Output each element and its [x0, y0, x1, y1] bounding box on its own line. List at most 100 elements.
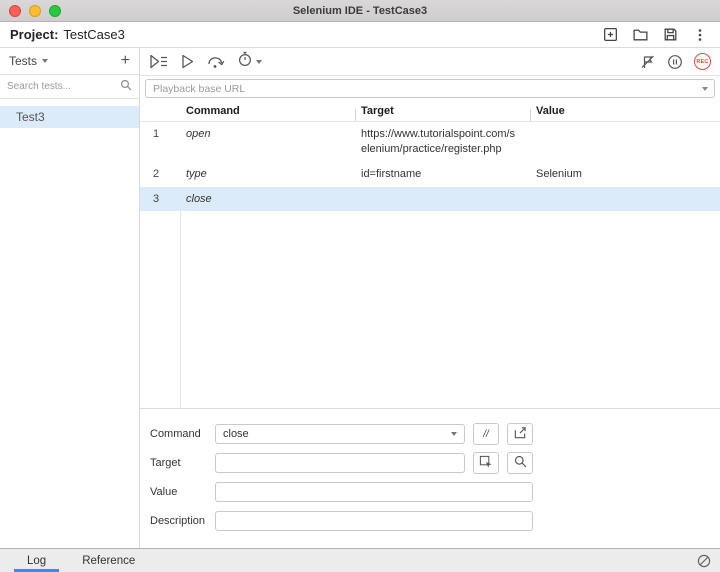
- tab-reference[interactable]: Reference: [69, 549, 148, 572]
- select-target-button[interactable]: [473, 452, 499, 474]
- search-tests-input[interactable]: [7, 81, 120, 92]
- row-number: 1: [140, 122, 180, 162]
- main-panel: REC Command Target Value 1: [140, 48, 720, 548]
- command-editor: Command close //: [140, 408, 720, 548]
- chevron-down-icon: [256, 60, 262, 64]
- pause-on-exceptions-button[interactable]: [667, 54, 683, 70]
- row-target: https://www.tutorialspoint.com/selenium/…: [355, 122, 530, 162]
- step-over-icon: [207, 54, 225, 69]
- command-select-value: close: [223, 428, 249, 440]
- row-target: [355, 187, 530, 212]
- clear-log-button[interactable]: [697, 554, 711, 568]
- test-list: Test3: [0, 99, 139, 128]
- project-header: Project: TestCase3: [0, 22, 720, 48]
- zoom-window-button[interactable]: [49, 5, 61, 17]
- new-project-button[interactable]: [602, 26, 619, 43]
- test-list-item[interactable]: Test3: [0, 106, 139, 128]
- open-project-button[interactable]: [632, 26, 649, 43]
- table-row[interactable]: 3 close: [140, 187, 720, 212]
- disable-breakpoints-button[interactable]: [640, 54, 656, 70]
- row-value: Selenium: [530, 162, 720, 187]
- body: Tests + Test3: [0, 48, 720, 548]
- stopwatch-icon: [237, 51, 253, 72]
- table-row[interactable]: 1 open https://www.tutorialspoint.com/se…: [140, 122, 720, 162]
- titlebar: Selenium IDE - TestCase3: [0, 0, 720, 22]
- chevron-down-icon: [451, 432, 457, 436]
- tests-header: Tests +: [0, 48, 139, 75]
- row-command: close: [180, 187, 355, 212]
- target-form-row: Target: [150, 452, 710, 474]
- run-all-tests-button[interactable]: [149, 54, 168, 69]
- minimize-window-button[interactable]: [29, 5, 41, 17]
- test-name: Test3: [16, 110, 45, 124]
- toggle-comment-button[interactable]: //: [473, 423, 499, 445]
- commands-table-header: Command Target Value: [140, 101, 720, 122]
- window-title: Selenium IDE - TestCase3: [0, 5, 720, 17]
- description-input[interactable]: [215, 511, 533, 531]
- footer-right: [697, 549, 720, 572]
- log-tab-label: Log: [27, 555, 46, 567]
- header-value: Value: [530, 105, 720, 117]
- toolbar-right: REC: [640, 53, 711, 70]
- description-label: Description: [150, 515, 215, 527]
- project-actions: [602, 26, 710, 43]
- flag-slash-icon: [640, 54, 656, 70]
- command-label: Command: [150, 428, 215, 440]
- add-test-button[interactable]: +: [121, 53, 130, 69]
- tab-log[interactable]: Log: [14, 549, 59, 572]
- folder-icon: [632, 26, 649, 43]
- playback-base-url-input[interactable]: [145, 79, 715, 98]
- magnifier-icon: [514, 455, 527, 471]
- reference-tab-label: Reference: [82, 555, 135, 567]
- new-project-icon: [602, 26, 619, 43]
- row-value: [530, 187, 720, 212]
- close-window-button[interactable]: [9, 5, 21, 17]
- description-form-row: Description: [150, 510, 710, 532]
- test-search: [0, 75, 139, 99]
- table-empty-area: [140, 211, 720, 408]
- project-label: Project:: [10, 27, 58, 42]
- open-new-window-icon: [513, 426, 527, 443]
- selenium-ide-window: Selenium IDE - TestCase3 Project: TestCa…: [0, 0, 720, 572]
- row-value: [530, 122, 720, 162]
- find-target-button[interactable]: [507, 452, 533, 474]
- rec-label: REC: [696, 59, 708, 65]
- save-project-button[interactable]: [662, 26, 679, 43]
- header-command: Command: [180, 105, 355, 117]
- execution-speed-control[interactable]: [237, 51, 262, 72]
- search-icon: [120, 78, 132, 96]
- select-target-icon: [479, 455, 493, 472]
- record-button[interactable]: REC: [694, 53, 711, 70]
- more-menu-button[interactable]: [692, 27, 708, 43]
- command-select[interactable]: close: [215, 424, 465, 444]
- chevron-down-icon[interactable]: [42, 59, 48, 63]
- tests-sidebar: Tests + Test3: [0, 48, 140, 548]
- target-input[interactable]: [215, 453, 465, 473]
- save-icon: [662, 26, 679, 43]
- value-label: Value: [150, 486, 215, 498]
- table-row[interactable]: 2 type id=firstname Selenium: [140, 162, 720, 187]
- chevron-down-icon[interactable]: [702, 87, 708, 91]
- open-in-new-window-button[interactable]: [507, 423, 533, 445]
- header-target: Target: [355, 105, 530, 117]
- play-icon: [180, 54, 195, 69]
- window-controls: [0, 5, 61, 17]
- bottom-panel-tabs: Log Reference: [0, 548, 720, 572]
- value-form-row: Value: [150, 481, 710, 503]
- playback-toolbar: REC: [140, 48, 720, 76]
- toolbar-left: [149, 51, 262, 72]
- row-number: 2: [140, 162, 180, 187]
- tests-dropdown[interactable]: Tests: [9, 54, 37, 68]
- row-command: open: [180, 122, 355, 162]
- run-current-test-button[interactable]: [180, 54, 195, 69]
- row-number: 3: [140, 187, 180, 212]
- project-name: TestCase3: [63, 27, 124, 42]
- row-target: id=firstname: [355, 162, 530, 187]
- kebab-menu-icon: [692, 27, 708, 43]
- circle-slash-icon: [697, 554, 711, 568]
- pause-circle-icon: [667, 54, 683, 70]
- command-form-row: Command close //: [150, 423, 710, 445]
- value-input[interactable]: [215, 482, 533, 502]
- playback-url-row: [140, 76, 720, 101]
- step-over-button[interactable]: [207, 54, 225, 69]
